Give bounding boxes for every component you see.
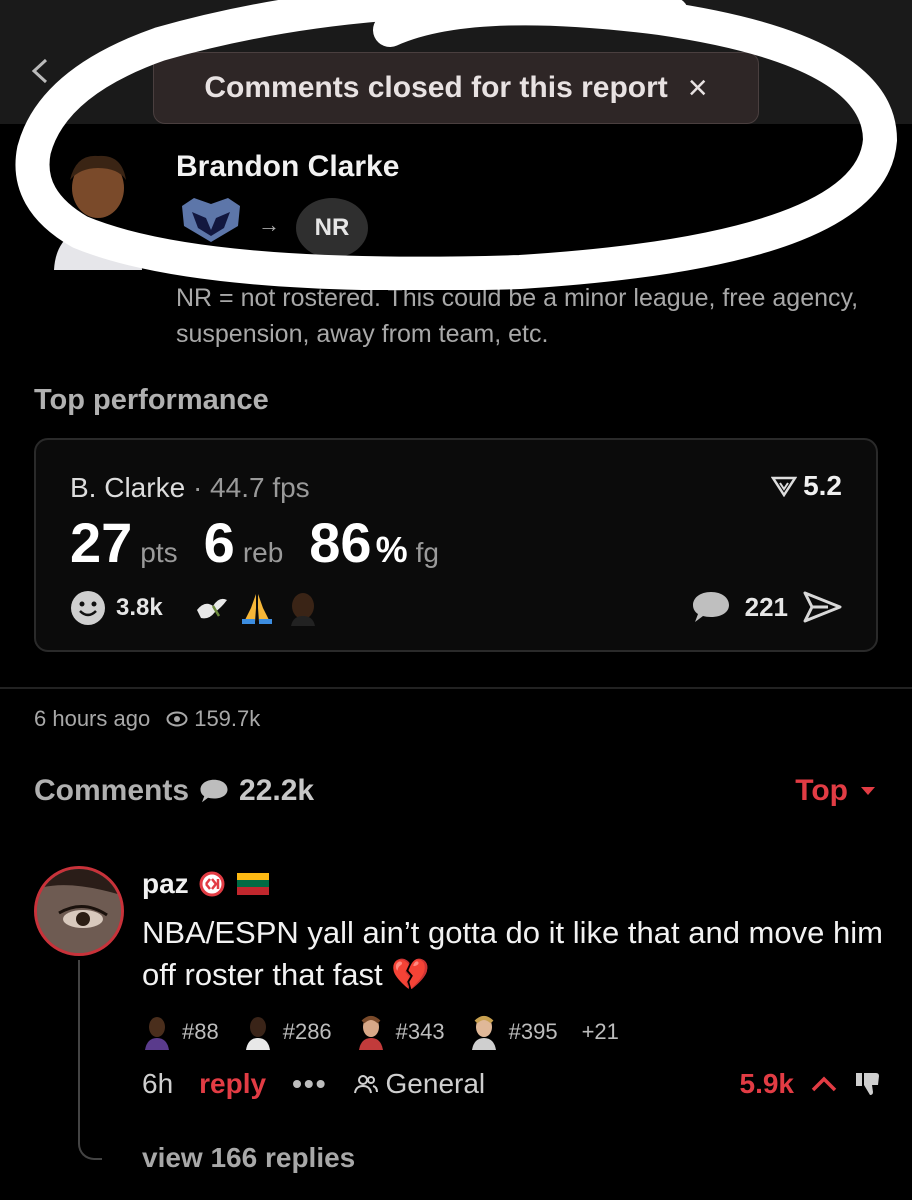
rank-item: #88 [142,1014,219,1050]
player-headshot-icon [471,1016,496,1050]
upvote-count: 5.9k [739,1068,795,1099]
upvote-chevron-icon[interactable] [810,1075,838,1093]
comment-username[interactable]: paz [142,868,189,900]
performance-header: B. Clarke · 44.7 fps [70,472,310,504]
caret-down-icon [861,787,875,795]
performance-player: B. Clarke [70,472,186,503]
toast-text: Comments closed for this report [204,71,668,104]
more-actions-button[interactable]: ••• [292,1068,327,1100]
fantasy-points: 44.7 fps [210,472,310,503]
player-headshot-icon [245,1017,270,1050]
comments-title: Comments [34,774,190,807]
comment-body: NBA/ESPN yall ain’t gotta do it like tha… [142,915,883,992]
comment-time: 6h [142,1068,174,1099]
views: 159.7k [166,706,260,732]
dove-emoji-icon [196,598,227,619]
reaction-count: 3.8k [116,594,163,621]
rank-number: #343 [395,1019,445,1044]
thread-line [78,960,102,1160]
thumbs-down-icon[interactable] [854,1070,882,1098]
fg-unit: fg [415,537,439,568]
stat-line: 27 pts 6 reb 86 % fg [70,510,465,575]
player-headshot-icon [358,1016,383,1050]
rank-number: #395 [508,1019,558,1044]
comments-header: Comments 22.2k [34,774,314,808]
reactions-row[interactable]: 3.8k [70,590,321,626]
vote-controls: 5.9k [740,1068,883,1100]
fg-value: 86 [309,511,372,574]
share-icon[interactable] [802,590,842,624]
praying-hands-emoji-icon [241,594,272,624]
player-face-emoji-icon [290,593,315,626]
comment-text: NBA/ESPN yall ain’t gotta do it like tha… [142,912,892,996]
sort-dropdown[interactable]: Top [795,774,876,808]
comments-closed-toast: Comments closed for this report × [153,52,759,124]
top-performance-card[interactable]: B. Clarke · 44.7 fps 5.2 27 pts 6 reb 86… [34,438,878,652]
arrow-icon: → [258,212,280,237]
fg-percent-sign: % [375,529,408,570]
post-meta: 6 hours ago 159.7k [34,706,260,732]
not-rostered-badge: NR [296,198,368,258]
comment-username-row[interactable]: paz [142,868,271,900]
rank-number: #286 [282,1019,332,1044]
divider [0,687,912,689]
group-tag[interactable]: General [353,1068,486,1100]
rank-item: #395 [469,1014,558,1050]
nr-explanation: NR = not rostered. This could be a minor… [176,284,859,348]
group-label: General [385,1068,486,1099]
rank-triangle-icon [771,476,798,497]
points-unit: pts [140,537,178,568]
card-comment-count: 221 [744,591,788,622]
rank-indicator: 5.2 [771,470,842,502]
verified-badge-icon [199,871,225,897]
commenter-photo [37,869,121,953]
comment-actions: 6h reply ••• General [142,1068,485,1100]
rank-item: #343 [356,1014,445,1050]
back-chevron-icon[interactable] [28,58,54,84]
separator: · [192,472,203,503]
rebounds-value: 6 [203,511,235,574]
more-options-icon[interactable] [840,70,850,80]
eye-icon [166,711,188,727]
comments-count: 22.2k [239,774,315,807]
card-comments[interactable]: 221 [691,590,842,624]
rank-item: #286 [243,1014,332,1050]
player-ranks-row: #88 #286 #343 #395 +21 [142,1014,619,1050]
users-icon [353,1075,378,1094]
view-replies-link[interactable]: view 166 replies [142,1142,355,1174]
grizzlies-logo-icon [182,198,240,242]
post-time: 6 hours ago [34,706,151,731]
smiley-reaction-icon[interactable] [70,590,106,626]
rank-value: 5.2 [803,470,842,501]
more-ranks[interactable]: +21 [582,1019,619,1045]
view-count: 159.7k [194,706,261,731]
rebounds-unit: reb [242,537,284,568]
commenter-avatar[interactable] [34,866,124,956]
section-title: Top performance [34,384,269,416]
sort-label: Top [795,774,848,807]
player-headshot-icon [145,1017,169,1050]
broken-heart-emoji: 💔 [391,957,430,992]
player-name[interactable]: Brandon Clarke [176,150,399,184]
comment-bubble-icon [200,779,228,803]
comment-bubble-icon [692,592,729,622]
points-value: 27 [70,511,133,574]
rank-number: #88 [182,1019,219,1044]
player-avatar[interactable] [46,150,150,270]
reply-button[interactable]: reply [199,1068,266,1100]
lithuania-flag-icon [236,873,269,895]
close-icon[interactable]: × [688,71,708,105]
